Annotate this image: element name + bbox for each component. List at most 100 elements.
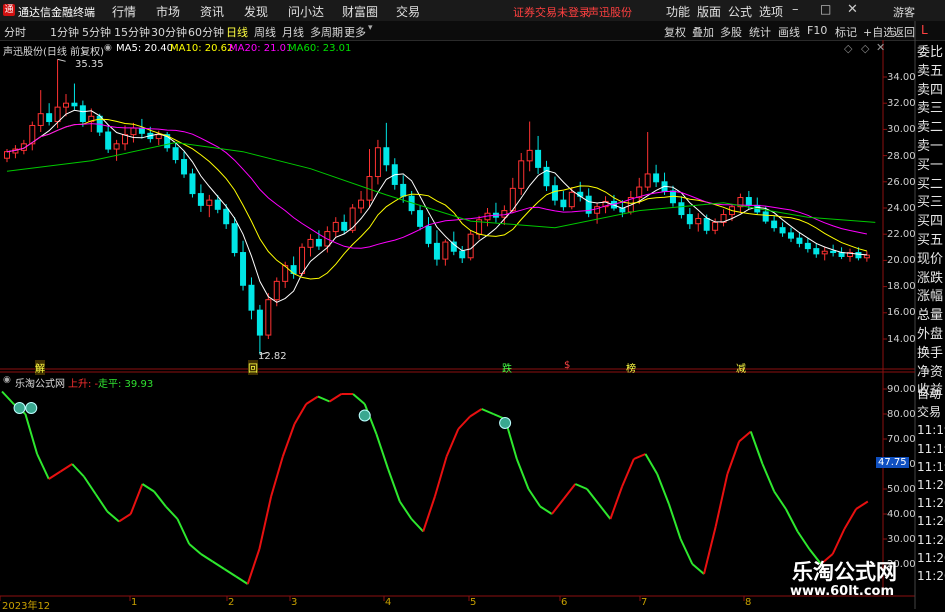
candle	[172, 142, 179, 164]
ma60-label: MA60: 23.01	[288, 43, 352, 54]
indicator-segment	[246, 548, 261, 585]
side-item[interactable]: 涨跌	[917, 270, 945, 289]
indicator-current-value: 47.75	[876, 457, 909, 468]
indicator-segment	[831, 528, 846, 555]
candle	[54, 59, 61, 129]
indicator-segment	[422, 496, 436, 532]
quote-side-panel: 委比 卖五 卖四 卖三 卖二 卖一 买一 买二 买三 买四 买五 现价 涨跌 涨…	[917, 44, 945, 401]
low-price-label: 12.82	[258, 351, 287, 362]
indicator-segment	[749, 431, 764, 465]
indicator-segment	[176, 518, 191, 545]
indicator-segment	[469, 408, 483, 418]
side-item[interactable]: 买五	[917, 232, 945, 251]
candle	[821, 247, 828, 261]
x-tick: 1	[131, 597, 138, 608]
side-item[interactable]: 外盘	[917, 326, 945, 345]
x-tick: 6	[561, 597, 568, 608]
side-item[interactable]: 交易	[917, 403, 945, 421]
indicator-flat-label: 走平: 39.93	[98, 379, 154, 390]
candle	[12, 145, 19, 159]
diamond-icon[interactable]: ◇	[844, 42, 852, 55]
event-marker[interactable]: 回	[248, 360, 258, 375]
candle	[787, 227, 794, 243]
candle	[492, 202, 499, 223]
indicator-segment	[375, 433, 390, 470]
trade-side-panel: 自动 交易 11:19 11:19 11:19 11:20 11:20 11:2…	[917, 385, 945, 585]
indicator-segment	[94, 493, 109, 513]
side-item[interactable]: 现价	[917, 251, 945, 270]
side-item[interactable]: 买三	[917, 194, 945, 213]
event-marker[interactable]: $	[564, 360, 570, 371]
side-item[interactable]: 总量	[917, 307, 945, 326]
indicator-segment	[691, 563, 705, 575]
candle	[602, 196, 609, 214]
indicator-segment	[410, 518, 424, 533]
indicator-segment	[352, 393, 366, 405]
tick-time: 11:20	[917, 514, 945, 529]
y-tick: 18.00	[887, 281, 916, 292]
indicator-segment	[667, 503, 682, 540]
side-item[interactable]: 卖五	[917, 63, 945, 82]
candle	[214, 194, 221, 214]
side-item[interactable]: 卖三	[917, 100, 945, 119]
indicator-segment	[106, 510, 120, 523]
indicator-segment	[597, 503, 612, 520]
tick-time: 11:19	[917, 459, 945, 474]
side-item[interactable]: 卖四	[917, 82, 945, 101]
indicator-segment	[200, 553, 214, 563]
indicator-segment	[59, 463, 73, 473]
side-item[interactable]: 卖一	[917, 138, 945, 157]
kline-chart[interactable]	[0, 0, 945, 609]
indicator-segment	[621, 458, 635, 487]
indicator-segment	[387, 468, 401, 502]
candle	[779, 222, 786, 237]
side-item[interactable]: 换手	[917, 345, 945, 364]
indicator-segment	[398, 500, 413, 520]
candle	[644, 132, 651, 191]
side-item[interactable]: 卖二	[917, 119, 945, 138]
side-item[interactable]: 净资	[917, 364, 945, 383]
indicator-segment	[574, 483, 588, 490]
side-item[interactable]: 自动	[917, 385, 945, 403]
diamond-icon-2[interactable]: ◇	[861, 42, 869, 55]
event-marker[interactable]: 跌	[502, 360, 512, 375]
indicator-segment	[71, 463, 85, 478]
indicator-segment	[281, 423, 296, 457]
event-marker[interactable]: 解	[35, 360, 45, 375]
side-item[interactable]: 涨幅	[917, 288, 945, 307]
indicator-settings-icon[interactable]: ◉	[3, 375, 11, 385]
tick-time: 11:19	[917, 423, 945, 438]
candle	[197, 184, 204, 212]
side-item[interactable]: 买四	[917, 213, 945, 232]
chart-close-icon[interactable]: ✕	[876, 41, 885, 54]
indicator-segment	[539, 505, 553, 515]
indicator-segment	[761, 463, 776, 492]
x-tick: 7	[641, 597, 648, 608]
candle	[459, 245, 466, 264]
indicator-segment	[726, 441, 741, 475]
side-item[interactable]: 买二	[917, 176, 945, 195]
candle	[29, 121, 36, 151]
x-tick: 5	[470, 597, 477, 608]
indicator-segment	[223, 568, 237, 578]
y-tick: 30.00	[887, 124, 916, 135]
candle	[720, 209, 727, 227]
candle	[804, 238, 811, 253]
indicator-segment	[515, 458, 530, 490]
candle	[838, 247, 845, 260]
settings-icon[interactable]: ◉	[104, 43, 112, 53]
side-item[interactable]: 委比	[917, 44, 945, 63]
indicator-name[interactable]: 乐淘公式网	[15, 375, 65, 390]
event-marker[interactable]: 榜	[626, 360, 636, 375]
candle	[543, 160, 550, 191]
candle	[476, 215, 483, 240]
ind-y-tick: 80.00	[887, 409, 916, 420]
candle	[847, 248, 853, 262]
event-marker[interactable]: 减	[736, 360, 746, 375]
side-item[interactable]: 买一	[917, 157, 945, 176]
indicator-segment	[433, 456, 448, 497]
indicator-segment	[329, 393, 342, 403]
ind-y-tick: 40.00	[887, 509, 916, 520]
stock-label: 声迅股份(日线 前复权)	[3, 47, 104, 58]
indicator-segment	[258, 496, 273, 550]
